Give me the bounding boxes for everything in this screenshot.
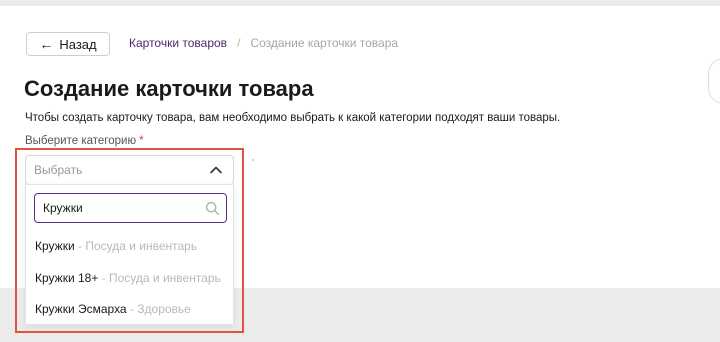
- search-icon[interactable]: [205, 201, 220, 216]
- breadcrumb-current: Создание карточки товара: [250, 36, 399, 50]
- category-field-label: Выберите категорию *: [25, 135, 144, 147]
- decorative-dot: [252, 159, 254, 161]
- category-select-placeholder: Выбрать: [34, 163, 83, 177]
- option-name: Кружки Эсмарха: [35, 302, 127, 316]
- category-label-text: Выберите категорию: [25, 135, 137, 147]
- category-search-field[interactable]: [34, 193, 227, 223]
- page-subtitle: Чтобы создать карточку товара, вам необх…: [25, 112, 561, 124]
- category-select[interactable]: Выбрать: [25, 155, 234, 185]
- chevron-up-icon[interactable]: [209, 163, 223, 177]
- dropdown-option[interactable]: Кружки - Посуда и инвентарь: [35, 239, 197, 253]
- option-name: Кружки 18+: [35, 271, 99, 285]
- required-mark: *: [139, 135, 144, 147]
- option-name: Кружки: [35, 239, 75, 253]
- page-title: Создание карточки товара: [24, 76, 314, 101]
- option-category: - Посуда и инвентарь: [98, 271, 221, 285]
- dropdown-option[interactable]: Кружки 18+ - Посуда и инвентарь: [35, 271, 221, 285]
- dropdown-option[interactable]: Кружки Эсмарха - Здоровье: [35, 302, 191, 316]
- back-button-label: Назад: [59, 36, 97, 52]
- back-button[interactable]: ← Назад: [26, 32, 110, 56]
- breadcrumb: Карточки товаров / Создание карточки тов…: [129, 36, 398, 50]
- option-category: - Здоровье: [126, 302, 191, 316]
- breadcrumb-link-products[interactable]: Карточки товаров: [129, 36, 227, 50]
- category-search-input[interactable]: [43, 201, 205, 215]
- option-category: - Посуда и инвентарь: [74, 239, 198, 253]
- breadcrumb-separator: /: [237, 36, 241, 50]
- category-dropdown: Кружки - Посуда и инвентарь Кружки 18+ -…: [25, 184, 234, 325]
- arrow-left-icon: ←: [39, 36, 54, 52]
